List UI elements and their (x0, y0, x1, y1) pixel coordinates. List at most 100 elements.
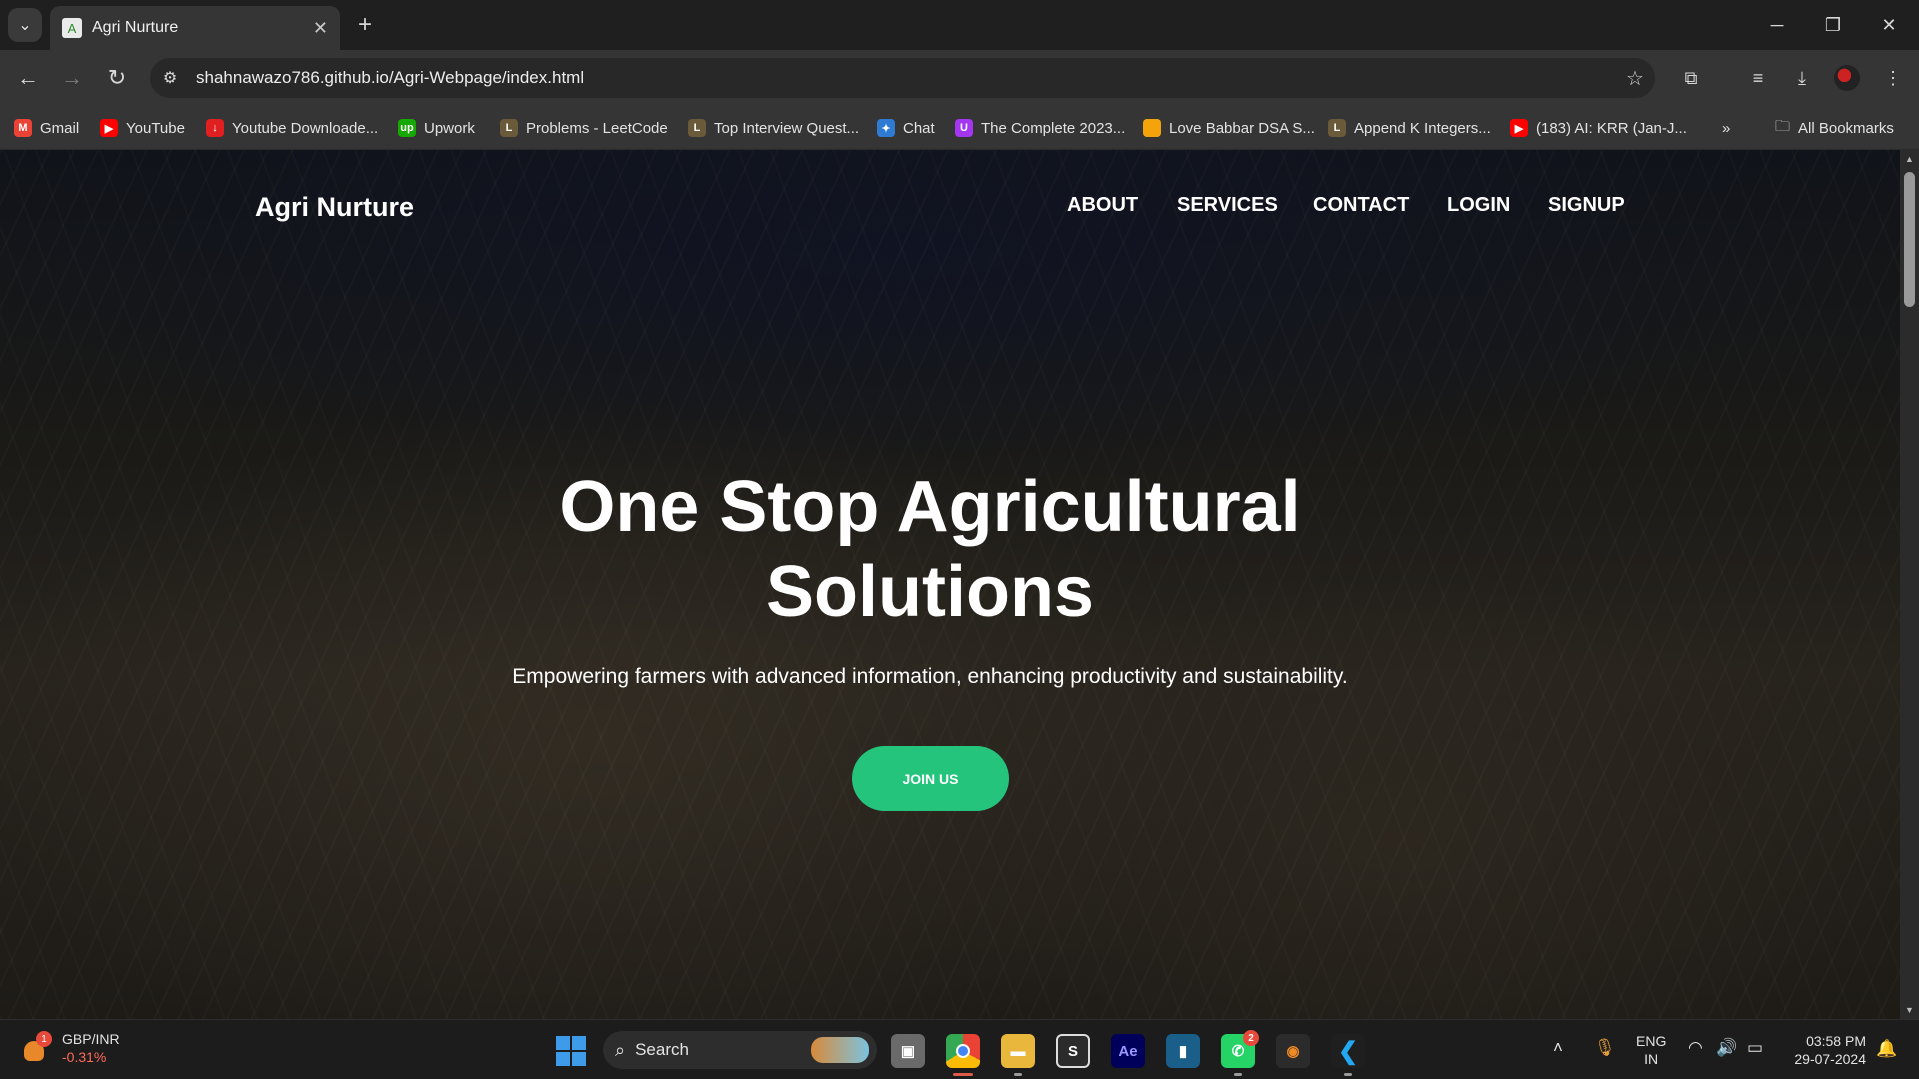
bookmark-item[interactable]: M Gmail (14, 117, 79, 139)
bookmarks-overflow-button[interactable]: » (1722, 117, 1730, 139)
bookmark-item[interactable]: L Top Interview Quest... (688, 117, 859, 139)
nav-login[interactable]: LOGIN (1447, 194, 1510, 217)
media-controls-icon[interactable]: ≡ (1743, 64, 1773, 92)
task-view-icon[interactable]: ▣ (891, 1034, 925, 1068)
bookmark-label: Love Babbar DSA S... (1169, 119, 1315, 137)
bookmark-item[interactable]: L Problems - LeetCode (500, 117, 668, 139)
bookmark-favicon-icon: up (398, 119, 416, 137)
new-tab-button[interactable]: + (350, 10, 380, 40)
nav-services[interactable]: SERVICES (1177, 194, 1278, 217)
taskbar-search[interactable]: ⌕ Search (603, 1031, 877, 1069)
bookmark-favicon-icon: L (500, 119, 518, 137)
bookmark-label: Top Interview Quest... (714, 119, 860, 137)
bookmark-star-icon[interactable]: ☆ (1615, 66, 1655, 91)
nav-about[interactable]: ABOUT (1067, 194, 1138, 217)
bookmark-item[interactable]: ▶ YouTube (100, 117, 185, 139)
reload-button[interactable]: ↻ (101, 62, 133, 94)
bookmark-favicon-icon: ✦ (877, 119, 895, 137)
scroll-down-arrow-icon[interactable]: ▼ (1900, 1001, 1919, 1019)
address-bar[interactable]: ⚙ shahnawazo786.github.io/Agri-Webpage/i… (150, 58, 1655, 98)
blender-icon[interactable]: ◉ (1276, 1034, 1310, 1068)
profile-avatar[interactable] (1834, 65, 1860, 91)
clock[interactable]: 03:58 PM 29-07-2024 (1782, 1032, 1866, 1068)
bookmark-item[interactable]: U The Complete 2023... (955, 117, 1125, 139)
tab-search-button[interactable]: ⌄ (8, 8, 42, 42)
close-tab-icon[interactable]: ✕ (313, 18, 328, 39)
nav-contact[interactable]: CONTACT (1313, 194, 1409, 217)
chevron-down-icon: ⌄ (18, 17, 32, 34)
wifi-icon[interactable]: ◠ (1688, 1038, 1703, 1058)
extensions-icon[interactable]: ⧉ (1676, 64, 1706, 92)
whatsapp-badge: 2 (1243, 1030, 1259, 1046)
chrome-icon[interactable] (946, 1034, 980, 1076)
volume-icon[interactable]: 🔊 (1716, 1038, 1737, 1058)
bookmark-label: YouTube (126, 119, 185, 137)
taskbar-search-label: Search (635, 1040, 689, 1059)
bookmark-item[interactable]: up Upwork (398, 117, 475, 139)
browser-tab[interactable]: A Agri Nurture ✕ (50, 6, 340, 50)
close-window-button[interactable]: ✕ (1861, 0, 1917, 50)
widget-badge: 1 (36, 1031, 52, 1047)
bookmark-item[interactable]: Love Babbar DSA S... (1143, 117, 1315, 139)
app-panel-icon[interactable]: ▮ (1166, 1034, 1200, 1068)
menu-icon[interactable]: ⋮ (1878, 64, 1908, 92)
widget-value: -0.31% (62, 1049, 107, 1065)
windows-start-icon[interactable] (556, 1036, 586, 1066)
url-text[interactable]: shahnawazo786.github.io/Agri-Webpage/ind… (196, 68, 1615, 88)
all-bookmarks-button[interactable]: 🗀 All Bookmarks (1775, 117, 1894, 139)
tab-strip: ⌄ A Agri Nurture ✕ + ─ ❐ ✕ (0, 0, 1919, 50)
bookmark-favicon-icon: ▶ (100, 119, 118, 137)
screen: ⌄ A Agri Nurture ✕ + ─ ❐ ✕ ← → ↻ ⚙ shahn… (0, 0, 1919, 1079)
bookmark-label: Upwork (424, 119, 475, 137)
bookmark-item[interactable]: ▶ (183) AI: KRR (Jan-J... (1510, 117, 1687, 139)
bookmark-favicon-icon: U (955, 119, 973, 137)
bookmark-item[interactable]: L Append K Integers... (1328, 117, 1491, 139)
lang-bottom: IN (1644, 1051, 1659, 1067)
bookmark-favicon-icon: L (688, 119, 706, 137)
bookmark-favicon-icon: L (1328, 119, 1346, 137)
nav-signup[interactable]: SIGNUP (1548, 194, 1625, 217)
taskbar: 1 GBP/INR -0.31% ⌕ Search ▣ ▬ S Ae ▮ ✆ 2… (0, 1019, 1919, 1079)
tray-overflow-icon[interactable]: ˄ (1553, 1038, 1563, 1058)
page-scrollbar[interactable]: ▲ ▼ (1900, 150, 1919, 1019)
vscode-icon[interactable]: ❮ (1331, 1034, 1365, 1076)
scrollbar-thumb[interactable] (1904, 172, 1915, 307)
bookmark-favicon-icon: M (14, 119, 32, 137)
clock-date: 29-07-2024 (1794, 1051, 1866, 1067)
site-favicon-icon: A (62, 18, 82, 38)
hero-subtitle: Empowering farmers with advanced informa… (512, 665, 1348, 688)
bookmark-item[interactable]: ✦ Chat (877, 117, 935, 139)
site-logo[interactable]: Agri Nurture (255, 192, 414, 223)
bookmark-favicon-icon: ↓ (206, 119, 224, 137)
restore-button[interactable]: ❐ (1805, 0, 1861, 50)
browser-toolbar: ← → ↻ ⚙ shahnawazo786.github.io/Agri-Web… (0, 50, 1919, 106)
language-indicator[interactable]: ENG IN (1636, 1032, 1666, 1068)
snipping-tool-icon[interactable]: S (1056, 1034, 1090, 1068)
bookmark-label: Gmail (40, 119, 80, 137)
site-info-icon[interactable]: ⚙ (150, 58, 190, 98)
notification-bell-icon[interactable]: 🔔 (1876, 1039, 1897, 1059)
bookmark-favicon-icon (1143, 119, 1161, 137)
battery-icon[interactable]: ▭ (1747, 1038, 1763, 1058)
folder-icon: 🗀 (1775, 117, 1791, 135)
scroll-up-arrow-icon[interactable]: ▲ (1900, 150, 1919, 168)
file-explorer-icon[interactable]: ▬ (1001, 1034, 1035, 1076)
back-button[interactable]: ← (12, 62, 44, 94)
bookmarks-bar: » 🗀 All Bookmarks M Gmail ▶ YouTube ↓ Youtube… (0, 106, 1919, 150)
currency-widget[interactable]: 1 GBP/INR -0.31% (22, 1030, 120, 1066)
bookmark-label: Youtube Downloade... (232, 119, 379, 137)
bookmark-item[interactable]: ↓ Youtube Downloade... (206, 117, 378, 139)
join-us-button[interactable]: JOIN US (852, 746, 1009, 811)
bookmark-label: (183) AI: KRR (Jan-J... (1536, 119, 1687, 137)
whatsapp-icon[interactable]: ✆ 2 (1221, 1030, 1259, 1076)
microphone-icon[interactable]: 🎙 (1594, 1038, 1616, 1058)
widget-title: GBP/INR (62, 1031, 120, 1047)
after-effects-icon[interactable]: Ae (1111, 1034, 1145, 1068)
clock-time: 03:58 PM (1806, 1033, 1866, 1049)
minimize-button[interactable]: ─ (1749, 0, 1805, 50)
double-chevron-icon: » (1722, 119, 1731, 137)
forward-button[interactable]: → (56, 62, 88, 94)
search-highlight-image (811, 1037, 869, 1063)
bookmark-label: The Complete 2023... (981, 119, 1126, 137)
download-icon[interactable]: ⤓ (1787, 64, 1817, 92)
